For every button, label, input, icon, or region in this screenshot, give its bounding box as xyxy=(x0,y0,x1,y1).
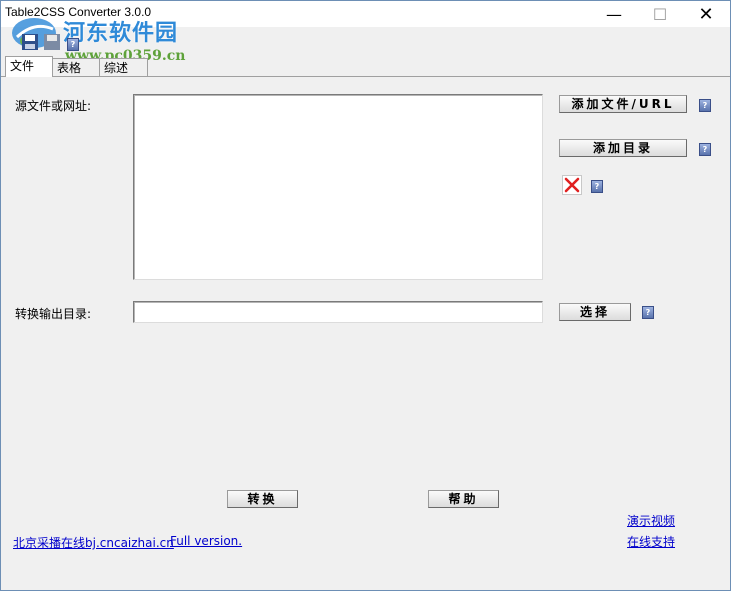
add-file-help-icon[interactable]: ? xyxy=(699,99,711,112)
output-dir-input[interactable] xyxy=(133,301,543,323)
toolbar-help-icon[interactable]: ? xyxy=(67,38,79,51)
close-button[interactable]: ✕ xyxy=(683,1,729,27)
help-button[interactable]: 帮助 xyxy=(428,490,499,508)
output-label: 转换输出目录: xyxy=(15,307,92,321)
tab-overview[interactable]: 综述 xyxy=(99,58,148,76)
maximize-button[interactable]: ☐ xyxy=(637,1,683,27)
add-directory-help-icon[interactable]: ? xyxy=(699,143,711,156)
choose-help-icon[interactable]: ? xyxy=(642,306,654,319)
watermark-name: 河东软件园 xyxy=(63,20,179,46)
company-link[interactable]: 北京采播在线bj.cncaizhai.cn xyxy=(13,534,174,551)
demo-video-link[interactable]: 演示视频 xyxy=(627,512,675,529)
tab-table[interactable]: 表格 xyxy=(52,58,100,76)
source-list[interactable] xyxy=(133,94,543,280)
minimize-button[interactable]: — xyxy=(591,1,637,27)
full-version-link[interactable]: Full version. xyxy=(170,534,242,548)
convert-button[interactable]: 转换 xyxy=(227,490,298,508)
delete-icon[interactable] xyxy=(562,175,582,195)
choose-button[interactable]: 选择 xyxy=(559,303,631,321)
app-window: Table2CSS Converter 3.0.0 — ☐ ✕ 河东软件园 ww… xyxy=(0,0,731,591)
tab-file[interactable]: 文件 xyxy=(5,56,53,77)
source-label: 源文件或网址: xyxy=(15,99,92,113)
online-support-link[interactable]: 在线支持 xyxy=(627,533,675,550)
add-file-url-button[interactable]: 添加文件/URL xyxy=(559,95,687,113)
delete-help-icon[interactable]: ? xyxy=(591,180,603,193)
add-directory-button[interactable]: 添加目录 xyxy=(559,139,687,157)
save-icon[interactable] xyxy=(21,33,39,51)
open-icon[interactable] xyxy=(43,33,61,51)
